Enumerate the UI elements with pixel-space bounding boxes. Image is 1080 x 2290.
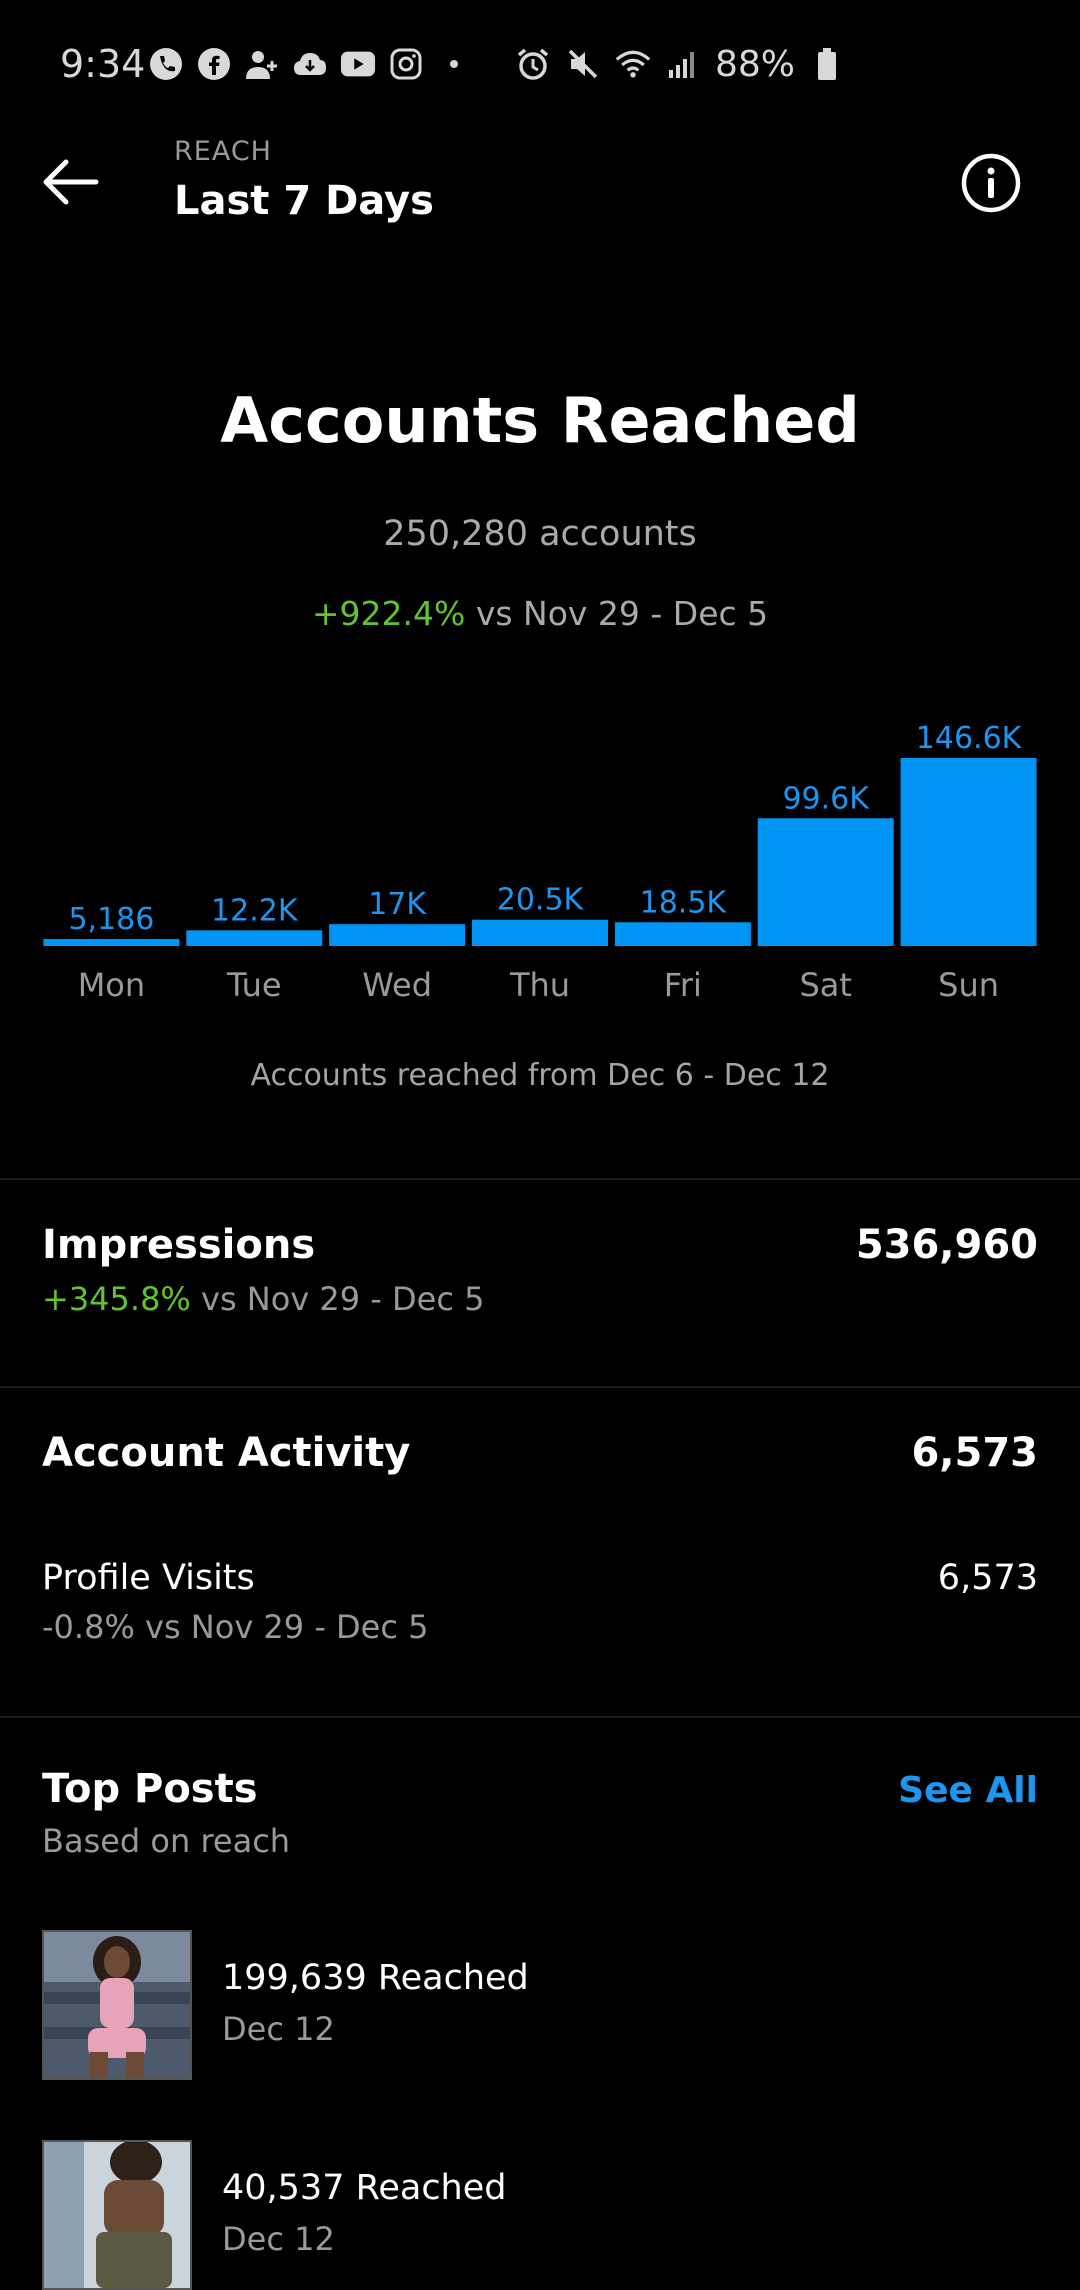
top-posts-subtitle: Based on reach <box>42 1822 291 1860</box>
bar-sun[interactable] <box>900 758 1037 946</box>
account-activity-title: Account Activity <box>42 1430 411 1476</box>
bar-value-label: 18.5K <box>640 885 728 920</box>
post-reach: 199,639 Reached <box>222 1958 529 1998</box>
bar-thu[interactable] <box>472 919 608 946</box>
mute-icon <box>565 46 601 82</box>
post-date: Dec 12 <box>222 2010 335 2048</box>
cloud-icon <box>292 46 328 82</box>
post-reach: 40,537 Reached <box>222 2168 507 2208</box>
post-thumbnail[interactable] <box>42 1930 192 2080</box>
profile-visits-change: -0.8% vs Nov 29 - Dec 5 <box>42 1608 429 1646</box>
status-time: 9:34 <box>60 42 146 86</box>
post-image <box>44 1932 190 2078</box>
phone-icon <box>148 46 184 82</box>
account-activity-value: 6,573 <box>911 1430 1038 1476</box>
impressions-change-compare: vs Nov 29 - Dec 5 <box>190 1280 485 1318</box>
bar-value-label: 12.2K <box>211 893 299 928</box>
impressions-title: Impressions <box>42 1222 316 1268</box>
chart-date-note: Accounts reached from Dec 6 - Dec 12 <box>250 1058 830 1093</box>
notification-icons <box>148 44 472 84</box>
instagram-icon <box>388 46 424 82</box>
x-tick-label: Sat <box>799 966 851 1004</box>
system-icons: 88% <box>515 43 845 85</box>
divider <box>0 1386 1080 1388</box>
header-label: REACH <box>174 136 272 167</box>
back-button[interactable] <box>38 150 102 214</box>
profile-visits-value: 6,573 <box>937 1558 1038 1598</box>
post-image <box>44 2142 190 2288</box>
bar-fri[interactable] <box>614 922 751 946</box>
x-tick-label: Tue <box>226 966 282 1004</box>
accounts-reached-change: +922.4% vs Nov 29 - Dec 5 <box>0 594 1080 633</box>
see-all-link[interactable]: See All <box>898 1770 1038 1811</box>
bar-value-label: 99.6K <box>782 781 870 816</box>
battery-percent: 88% <box>715 43 796 85</box>
divider <box>0 1716 1080 1718</box>
post-thumbnail[interactable] <box>42 2140 192 2290</box>
x-tick-label: Wed <box>362 966 432 1004</box>
info-icon <box>961 153 1021 213</box>
status-bar: 9:34 88% <box>0 0 1080 135</box>
youtube-icon <box>340 46 376 82</box>
impressions-change: +345.8% vs Nov 29 - Dec 5 <box>42 1280 484 1318</box>
bar-mon[interactable] <box>43 939 180 946</box>
bar-value-label: 20.5K <box>497 883 585 918</box>
add-user-icon <box>244 46 280 82</box>
post-date: Dec 12 <box>222 2220 335 2258</box>
signal-icon <box>665 46 701 82</box>
battery-icon <box>809 46 845 82</box>
accounts-reached-count: 250,280 accounts <box>383 514 697 554</box>
bar-tue[interactable] <box>186 930 323 946</box>
impressions-value: 536,960 <box>855 1222 1038 1268</box>
reach-change-percent: +922.4% <box>311 594 466 633</box>
reach-change-compare: vs Nov 29 - Dec 5 <box>465 594 769 633</box>
wifi-icon <box>615 46 651 82</box>
x-tick-label: Sun <box>938 966 999 1004</box>
date-range-selector[interactable]: Last 7 Days <box>174 178 434 224</box>
x-tick-label: Mon <box>78 966 145 1004</box>
arrow-left-icon <box>43 159 99 205</box>
bar-value-label: 17K <box>368 887 427 922</box>
impressions-change-percent: +345.8% <box>42 1280 191 1318</box>
profile-visits-label: Profile Visits <box>42 1558 255 1598</box>
x-tick-label: Fri <box>664 966 702 1004</box>
info-button[interactable] <box>960 152 1022 214</box>
divider <box>0 1178 1080 1180</box>
bar-value-label: 5,186 <box>68 902 154 937</box>
facebook-icon <box>196 46 232 82</box>
bar-value-label: 146.6K <box>916 721 1023 756</box>
x-tick-label: Thu <box>509 966 570 1004</box>
alarm-icon <box>515 46 551 82</box>
bar-wed[interactable] <box>329 924 466 946</box>
bar-sat[interactable] <box>757 818 894 946</box>
accounts-reached-heading: Accounts Reached <box>220 384 860 457</box>
top-posts-title: Top Posts <box>42 1766 258 1812</box>
reach-bar-chart: 5,186 Mon 12.2K Tue 17K Wed 20.5K Thu 18.5K Fri 99… <box>43 721 1037 1004</box>
dot-icon <box>436 46 472 82</box>
